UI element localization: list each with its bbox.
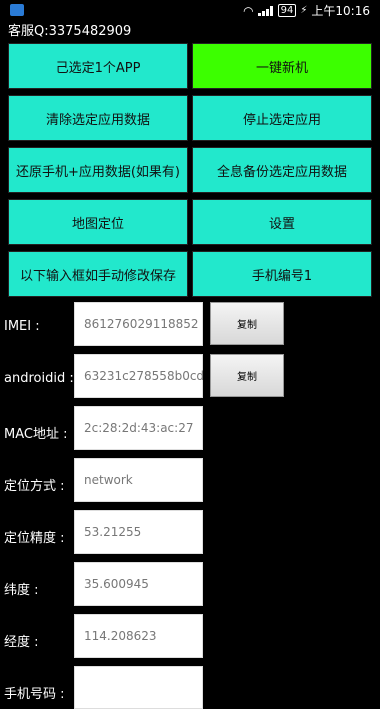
signal-icon: [257, 5, 274, 16]
longitude-field[interactable]: 114.208623: [74, 614, 203, 658]
status-bar: ◠ 94 ⚡ 上午10:16: [0, 0, 380, 20]
settings-button[interactable]: 设置: [192, 199, 372, 245]
notification-app-icon: [10, 4, 24, 16]
map-location-button[interactable]: 地图定位: [8, 199, 188, 245]
phone-number-label: 手机号码 :: [4, 687, 65, 702]
mac-label: MAC地址 :: [4, 427, 68, 442]
imei-label: IMEI :: [4, 319, 40, 334]
imei-field[interactable]: 861276029118852: [74, 302, 203, 346]
full-backup-button[interactable]: 全息备份选定应用数据: [192, 147, 372, 193]
location-mode-label: 定位方式 :: [4, 479, 65, 494]
copy-imei-button[interactable]: 复制: [210, 302, 284, 345]
selected-app-button[interactable]: 己选定1个APP: [8, 43, 188, 89]
androidid-field[interactable]: 63231c278558b0cd: [74, 354, 204, 398]
latitude-field[interactable]: 35.600945: [74, 562, 203, 606]
mac-field[interactable]: 2c:28:2d:43:ac:27: [74, 406, 203, 450]
location-accuracy-label: 定位精度 :: [4, 531, 65, 546]
androidid-label: androidid :: [4, 371, 74, 386]
charging-icon: ⚡: [300, 5, 308, 16]
location-accuracy-field[interactable]: 53.21255: [74, 510, 203, 554]
wifi-icon: ◠: [243, 3, 254, 18]
one-click-new-device-button[interactable]: 一键新机: [192, 43, 372, 89]
phone-number-field[interactable]: [74, 666, 203, 709]
status-clock: 上午10:16: [311, 4, 370, 18]
restore-phone-data-button[interactable]: 还原手机+应用数据(如果有): [8, 147, 188, 193]
copy-androidid-button[interactable]: 复制: [210, 354, 284, 397]
stop-app-button[interactable]: 停止选定应用: [192, 95, 372, 141]
latitude-label: 纬度 :: [4, 583, 39, 598]
battery-level: 94: [277, 4, 297, 17]
status-icons: ◠ 94 ⚡ 上午10:16: [243, 2, 370, 19]
longitude-label: 经度 :: [4, 635, 39, 650]
location-mode-field[interactable]: network: [74, 458, 203, 502]
clear-app-data-button[interactable]: 清除选定应用数据: [8, 95, 188, 141]
service-contact: 客服Q:3375482909: [8, 24, 132, 39]
device-number-button[interactable]: 手机编号1: [192, 251, 372, 297]
manual-save-button[interactable]: 以下输入框如手动修改保存: [8, 251, 188, 297]
